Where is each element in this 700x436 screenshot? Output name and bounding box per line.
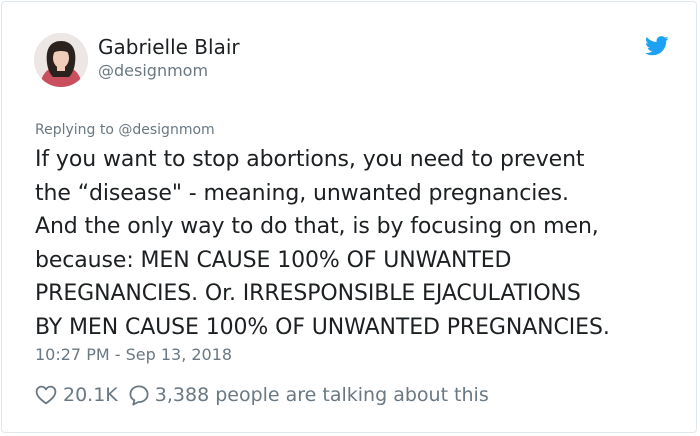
tweet-card: Gabrielle Blair @designmom Replying to @… <box>1 1 697 433</box>
reply-action[interactable]: 3,388 people are talking about this <box>118 384 489 406</box>
twitter-bird-icon[interactable] <box>644 36 669 56</box>
speech-bubble-icon <box>129 385 149 406</box>
tweet-text-line: the “disease" - meaning, unwanted pregna… <box>35 180 569 206</box>
tweet-text-line: BY MEN CAUSE 100% OF UNWANTED PREGNANCIE… <box>35 314 610 340</box>
author-name[interactable]: Gabrielle Blair <box>98 35 240 59</box>
tweet-text-line: PREGNANCIES. Or. IRRESPONSIBLE EJACULATI… <box>35 281 581 307</box>
author-handle[interactable]: @designmom <box>98 61 208 80</box>
tweet-text-line: And the only way to do that, is by focus… <box>35 214 599 240</box>
tweet-text: If you want to stop abortions, you need … <box>35 143 685 345</box>
like-count: 20.1K <box>63 384 118 406</box>
avatar-portrait <box>34 33 88 87</box>
like-action[interactable]: 20.1K <box>35 384 118 406</box>
avatar[interactable] <box>34 33 88 87</box>
conversation-count: 3,388 people are talking about this <box>154 384 489 406</box>
heart-icon <box>35 385 57 405</box>
tweet-text-line: If you want to stop abortions, you need … <box>35 147 585 172</box>
timestamp-link[interactable]: 10:27 PM - Sep 13, 2018 <box>35 345 232 364</box>
tweet-text-line: because: MEN CAUSE 100% OF UNWANTED <box>35 247 512 273</box>
replying-to[interactable]: Replying to @designmom <box>35 122 215 138</box>
tweet-actions: 20.1K 3,388 people are talking about thi… <box>35 382 489 408</box>
